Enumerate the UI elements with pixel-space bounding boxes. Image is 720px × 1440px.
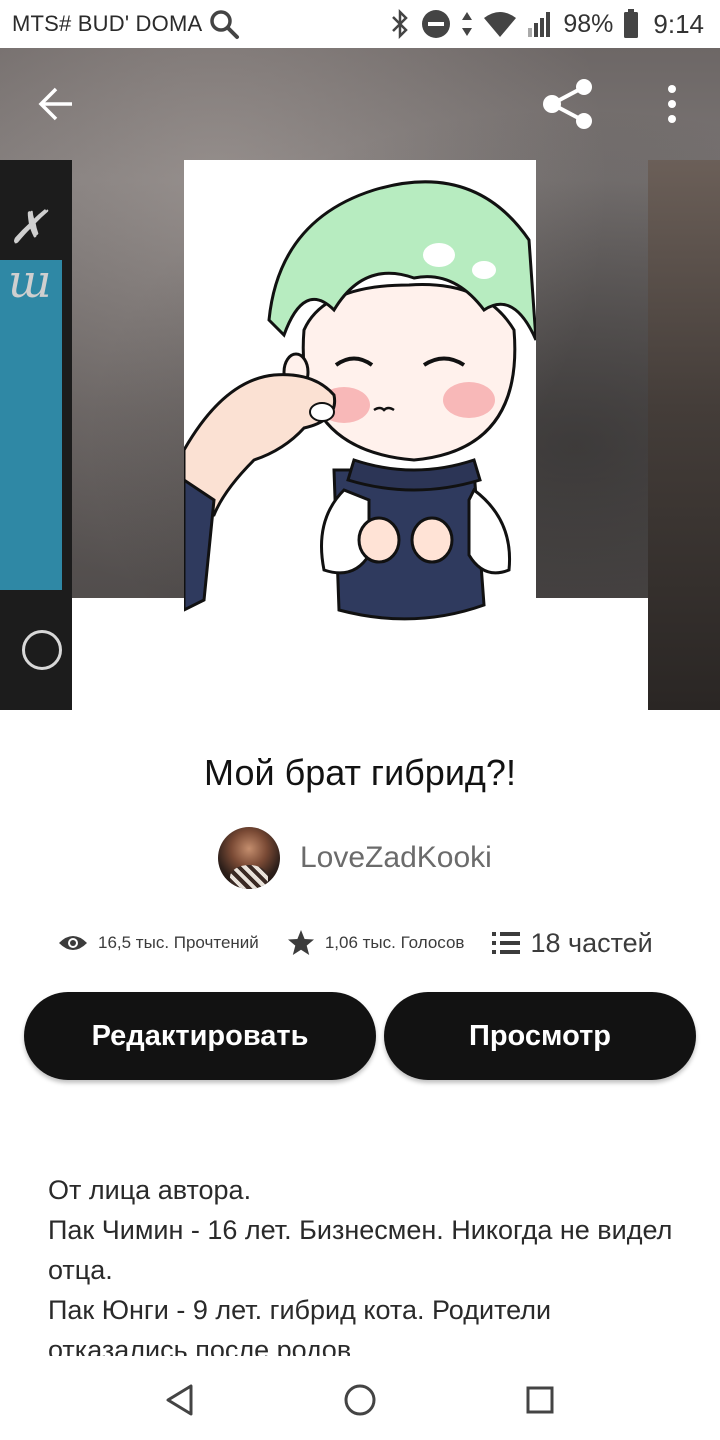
more-options-button[interactable] <box>652 74 692 134</box>
list-icon <box>492 932 521 954</box>
signal-icon <box>527 10 553 38</box>
system-nav-bar <box>0 1358 720 1440</box>
cover-art-block <box>0 260 62 590</box>
carrier-name: MTS# BUD' DOMA <box>12 11 203 36</box>
previous-cover[interactable]: ✗ ɯ <box>0 160 72 710</box>
nav-recents-button[interactable] <box>516 1376 564 1424</box>
parts-count: 18 частей <box>530 927 653 958</box>
edit-button[interactable]: Редактировать <box>24 992 376 1080</box>
search-icon <box>208 8 240 40</box>
data-arrows-icon <box>461 9 473 39</box>
votes-count: 1,06 тыс. Голосов <box>324 933 465 952</box>
story-stats: 16,5 тыс. Прочтений 1,06 тыс. Голосов 18… <box>58 920 678 966</box>
cover-gap <box>72 598 184 710</box>
bluetooth-icon <box>389 9 411 39</box>
share-icon <box>543 79 592 129</box>
author-avatar[interactable] <box>218 827 280 889</box>
cover-script-glyph: ✗ ɯ <box>8 200 52 308</box>
description-line: Пак Чимин - 16 лет. Бизнесмен. Никогда н… <box>48 1215 673 1285</box>
cover-gap <box>536 598 648 710</box>
cover-seal <box>22 630 62 670</box>
parts-stat[interactable]: 18 частей <box>492 927 653 959</box>
square-recents-icon <box>526 1386 554 1414</box>
status-bar: MTS# BUD' DOMA 98% 9:14 <box>0 0 720 48</box>
description-line: От лица автора. <box>48 1175 252 1205</box>
cover-illustration <box>184 180 536 621</box>
back-button[interactable] <box>26 74 86 134</box>
reads-count: 16,5 тыс. Прочтений <box>98 933 259 952</box>
reads-stat: 16,5 тыс. Прочтений <box>58 933 259 953</box>
story-header: ✗ ɯ <box>0 48 720 710</box>
wifi-icon <box>483 10 517 38</box>
battery-percent: 98% <box>563 9 614 38</box>
story-title: Мой брат гибрид?! <box>204 752 516 793</box>
do-not-disturb-icon <box>421 9 451 39</box>
circle-home-icon <box>344 1384 376 1416</box>
nav-home-button[interactable] <box>336 1376 384 1424</box>
clock: 9:14 <box>653 8 704 39</box>
description-line: Пак Юнги - 9 лет. гибрид кота. Родители … <box>48 1295 552 1356</box>
arrow-back-icon <box>38 87 72 121</box>
triangle-back-icon <box>166 1384 193 1416</box>
votes-stat: 1,06 тыс. Голосов <box>287 929 465 957</box>
battery-icon <box>623 9 639 39</box>
share-button[interactable] <box>536 74 600 134</box>
more-vert-icon <box>668 85 676 123</box>
star-icon <box>287 930 314 955</box>
author-row[interactable]: LoveZadKooki <box>218 826 492 890</box>
view-button[interactable]: Просмотр <box>384 992 696 1080</box>
eye-icon <box>59 936 87 950</box>
story-cover[interactable] <box>184 160 536 710</box>
story-description: От лица автора. Пак Чимин - 16 лет. Бизн… <box>48 1170 688 1356</box>
next-cover[interactable] <box>648 160 720 710</box>
author-name[interactable]: LoveZadKooki <box>300 841 492 875</box>
nav-back-button[interactable] <box>156 1376 204 1424</box>
top-app-bar <box>0 48 720 158</box>
